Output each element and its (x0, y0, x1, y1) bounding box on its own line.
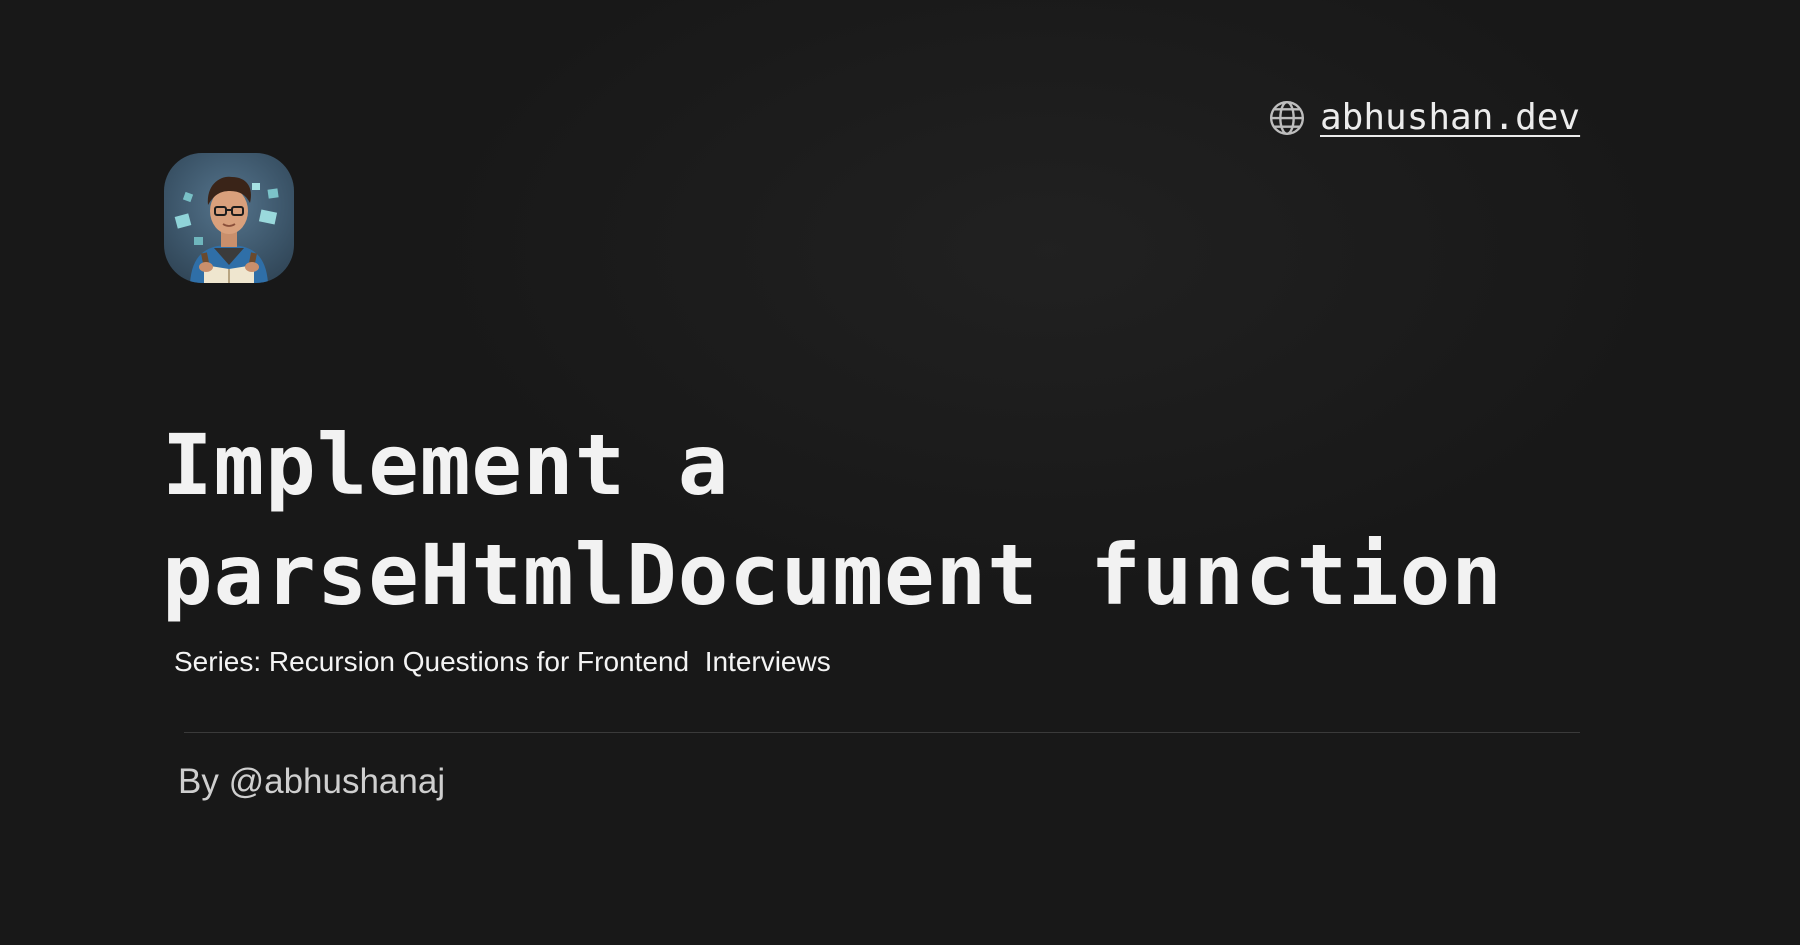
series-label: Series: Recursion Questions for Frontend… (174, 646, 831, 677)
globe-icon (1269, 100, 1305, 136)
avatar-illustration (174, 176, 279, 283)
divider (184, 732, 1580, 733)
site-link-text[interactable]: abhushan.dev (1320, 94, 1580, 142)
avatar (164, 153, 294, 283)
title-line-1: Implement a (162, 416, 730, 514)
site-link[interactable]: abhushan.dev (1268, 94, 1580, 142)
title-line-2: parseHtmlDocument function (162, 526, 1503, 624)
author-byline: By @abhushanaj (178, 762, 446, 801)
page-title: Implement a parseHtmlDocument function (162, 410, 1662, 630)
